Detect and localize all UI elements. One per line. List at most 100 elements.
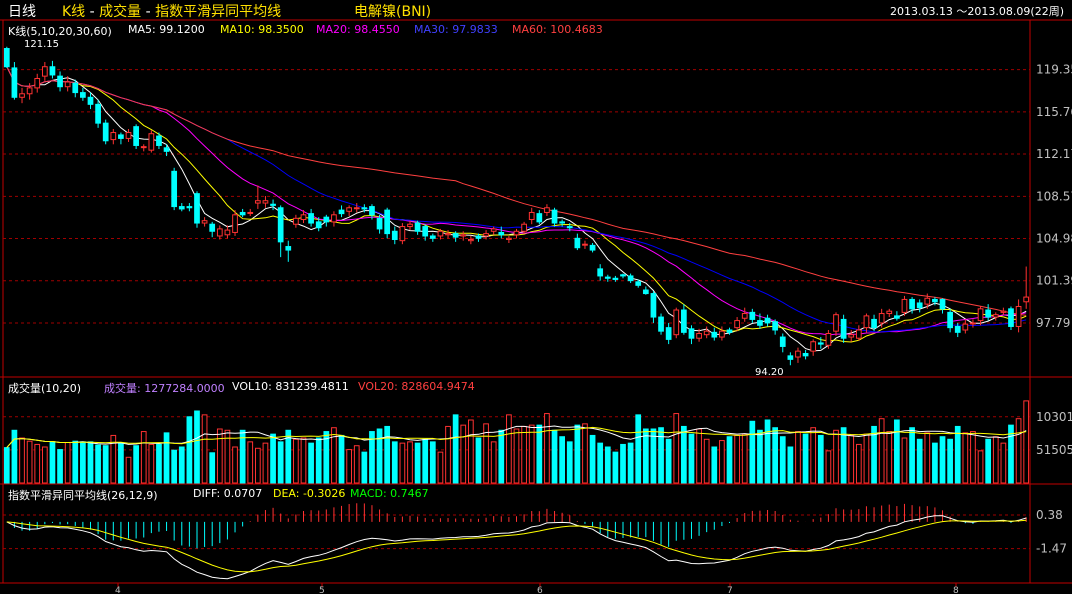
volume-bar [970, 431, 976, 484]
candle [627, 273, 634, 283]
volume-bar [878, 418, 885, 484]
volume-bar [11, 429, 18, 484]
candle-body [407, 223, 413, 228]
candle [719, 326, 725, 341]
candle [293, 214, 299, 228]
candle [201, 217, 208, 227]
volume-bar [277, 441, 284, 484]
candle-body [954, 325, 961, 333]
candle-body [331, 214, 337, 223]
volume-bar [452, 414, 459, 484]
price-panel-header[interactable]: K线(5,10,20,30,60) [8, 23, 112, 39]
volume-bar [163, 432, 170, 484]
volume-bar [551, 429, 558, 484]
candle-body [414, 222, 421, 232]
candle-body [80, 92, 86, 98]
volume-bar [947, 438, 953, 484]
volume-bar [270, 433, 276, 484]
macd-tick-label: 0.38 [1036, 508, 1063, 522]
candle-body [72, 82, 79, 94]
candle [779, 333, 786, 353]
candle-body [795, 350, 801, 358]
candle [102, 119, 109, 145]
candle-body [871, 318, 877, 329]
candle [186, 203, 193, 212]
volume-bar [254, 447, 261, 484]
candle-body [566, 226, 573, 229]
volume-bar [247, 441, 254, 484]
candle [118, 132, 124, 145]
candle [939, 298, 946, 314]
candle-body [490, 228, 497, 232]
candle [110, 129, 117, 145]
volume-tick-label: 10301 [1036, 410, 1072, 424]
candle-body [300, 214, 307, 221]
candle [802, 349, 809, 360]
volume-bar [194, 410, 200, 484]
candle [19, 87, 25, 104]
candle [673, 307, 680, 339]
chart-window: 日线 K线 - 成交量 - 指数平滑异同平均线 电解镍(BNI) 2013.03… [0, 0, 1072, 594]
volume-bar [673, 413, 680, 484]
volume-bar [140, 431, 147, 484]
volume-bar [186, 416, 193, 484]
candle-body [506, 237, 512, 240]
volume-bar [460, 424, 467, 484]
volume-bar [589, 434, 596, 484]
volume-bar [696, 428, 702, 484]
candle [125, 129, 132, 142]
candle-body [87, 96, 94, 105]
volume-bar [209, 452, 216, 484]
volume-bar [627, 442, 634, 484]
candle [277, 205, 284, 258]
candle-body [178, 206, 185, 210]
volume-bar [171, 449, 178, 484]
candle-body [353, 207, 360, 210]
candle-body [399, 226, 406, 242]
price-tick-label: 108.57 [1036, 189, 1072, 203]
candle-body [810, 341, 817, 352]
candle-body [11, 67, 18, 98]
price-tick-label: 97.79 [1036, 316, 1070, 330]
macd-panel-header[interactable]: 指数平滑异同平均线(26,12,9) [8, 487, 158, 503]
candle [308, 208, 314, 227]
candle-body [57, 75, 63, 88]
candle [224, 225, 231, 239]
chart-canvas[interactable]: 119.35 115.76 112.17 108.57 104.98 101.39 97.7… [0, 0, 1072, 594]
ma5-label: MA5: 99.1200 [128, 23, 205, 36]
volume-bar [566, 441, 573, 484]
volume-bar [148, 443, 155, 484]
volume-bar [544, 413, 550, 484]
candle [1000, 307, 1007, 315]
volume-bar [703, 438, 710, 484]
candle [597, 264, 604, 281]
ma-line-ma5 [6, 66, 1027, 352]
candle-body [391, 230, 398, 240]
candle-body [1008, 308, 1014, 327]
volume-bar [939, 436, 946, 484]
candle-body [703, 330, 710, 336]
volume-bar [513, 428, 520, 484]
volume-bar [26, 440, 33, 484]
diff-line [6, 515, 1027, 580]
price-tick-label: 119.35 [1036, 63, 1072, 77]
macd-label: MACD: 0.7467 [350, 487, 429, 500]
volume-panel-header[interactable]: 成交量(10,20) [8, 380, 81, 396]
volume-bar [1015, 418, 1022, 484]
candle [855, 325, 862, 341]
volume-bar [886, 431, 893, 484]
candle-body [26, 87, 33, 95]
volume-label: 成交量: 1277284.0000 [104, 382, 225, 395]
candle-body [711, 331, 718, 338]
candle [407, 220, 413, 231]
candle-body [932, 298, 938, 303]
volume-bar [1023, 400, 1030, 484]
volume-bar [711, 446, 718, 484]
volume-bar [779, 436, 786, 484]
candle-body [1000, 310, 1007, 313]
candle-body [962, 323, 969, 331]
candle-body [825, 333, 832, 346]
candle-body [346, 207, 352, 212]
candle [528, 207, 535, 225]
volume-bar [932, 442, 938, 484]
